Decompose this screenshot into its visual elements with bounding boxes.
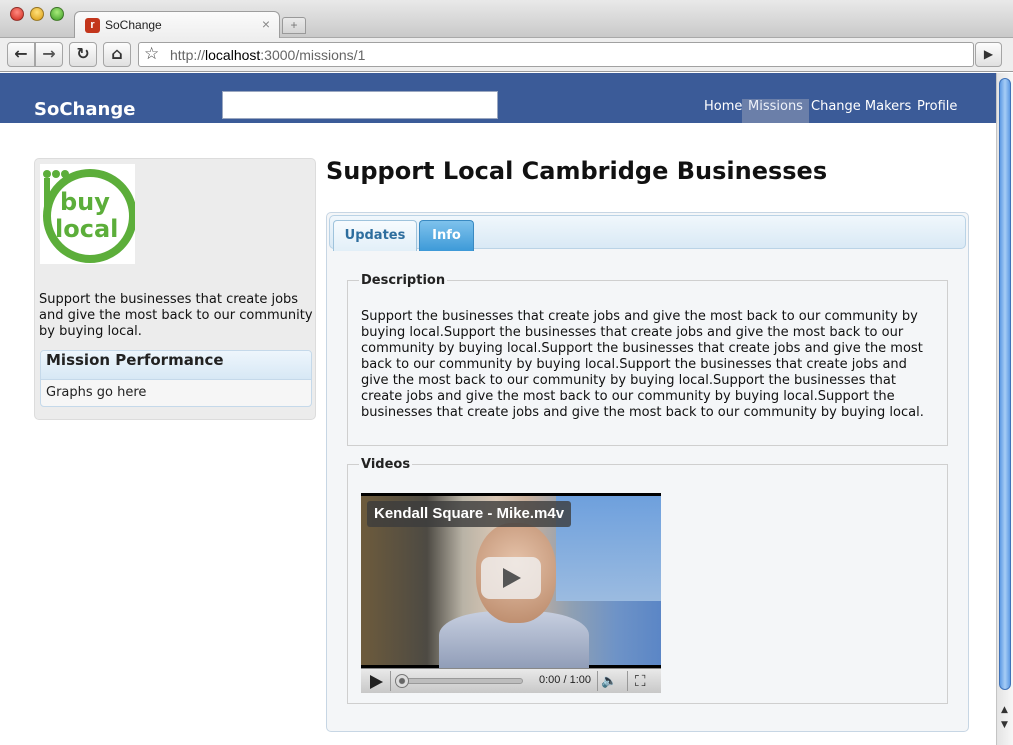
video-player[interactable]: Kendall Square - Mike.m4v 0:00 / 1:00 🔈 …: [361, 493, 661, 693]
mission-performance-box: Mission Performance Graphs go here: [40, 350, 312, 407]
seek-bar[interactable]: [397, 678, 523, 684]
favicon-icon: r: [85, 18, 100, 33]
volume-icon[interactable]: 🔈: [601, 674, 617, 689]
browser-toolbar: ← → ↻ ⌂ ☆ http://localhost:3000/missions…: [0, 38, 1013, 72]
site-header: SoChange Home Missions Change Makers Pro…: [0, 73, 996, 123]
buy-local-logo: buy local: [40, 164, 137, 264]
big-play-icon[interactable]: [481, 557, 541, 599]
site-search-input[interactable]: [222, 91, 498, 119]
play-icon[interactable]: [370, 675, 383, 689]
video-time: 0:00 / 1:00: [539, 674, 591, 686]
page-menu-button[interactable]: ▶: [975, 42, 1002, 67]
nav-missions[interactable]: Missions: [742, 99, 809, 123]
browser-titlebar: r SoChange × +: [0, 0, 1013, 39]
site-brand[interactable]: SoChange: [34, 99, 135, 120]
control-divider: [597, 671, 598, 691]
zoom-window-button[interactable]: [50, 7, 64, 21]
scrollbar-thumb[interactable]: [999, 78, 1011, 690]
mission-sidebar: buy local Support the businesses that cr…: [34, 158, 316, 420]
nav-home[interactable]: Home: [698, 99, 748, 123]
mission-tabs-panel: Updates Info Description Support the bus…: [326, 212, 969, 732]
tab-close-icon[interactable]: ×: [262, 16, 270, 32]
video-sky: [556, 496, 661, 601]
video-title[interactable]: Kendall Square - Mike.m4v: [367, 501, 572, 527]
control-divider: [627, 671, 628, 691]
tab-info[interactable]: Info: [419, 220, 474, 251]
videos-section: Videos Kendall Square - Mike.m4v 0:00 / …: [347, 457, 948, 704]
svg-text:buy: buy: [60, 188, 110, 216]
page-viewport: SoChange Home Missions Change Makers Pro…: [0, 73, 996, 745]
seek-handle[interactable]: [395, 674, 409, 688]
videos-legend: Videos: [361, 457, 411, 472]
url-host: localhost: [205, 47, 261, 63]
close-window-button[interactable]: [10, 7, 24, 21]
description-legend: Description: [361, 273, 446, 288]
description-section: Description Support the businesses that …: [347, 273, 948, 446]
forward-button[interactable]: →: [35, 42, 63, 67]
url-path: :3000/missions/1: [260, 47, 366, 63]
svg-text:local: local: [55, 215, 118, 243]
bookmark-star-icon[interactable]: ☆: [144, 44, 159, 64]
reload-button[interactable]: ↻: [69, 42, 97, 67]
tab-updates[interactable]: Updates: [333, 220, 417, 251]
page-title: Support Local Cambridge Businesses: [326, 157, 828, 185]
url-prefix: http://: [170, 47, 206, 63]
description-text: Support the businesses that create jobs …: [361, 309, 924, 420]
minimize-window-button[interactable]: [30, 7, 44, 21]
video-controls: 0:00 / 1:00 🔈 ⛶: [361, 668, 661, 693]
control-divider: [390, 671, 391, 691]
new-tab-button[interactable]: +: [282, 17, 306, 34]
nav-change-makers[interactable]: Change Makers: [805, 99, 917, 123]
nav-profile[interactable]: Profile: [911, 99, 963, 123]
url-text[interactable]: http://localhost:3000/missions/1: [170, 47, 365, 63]
mission-blurb: Support the businesses that create jobs …: [39, 292, 313, 339]
scroll-down-icon[interactable]: ▼: [1001, 720, 1008, 730]
tab-title: SoChange: [105, 18, 162, 32]
back-button[interactable]: ←: [7, 42, 35, 67]
home-button[interactable]: ⌂: [103, 42, 131, 67]
scroll-up-icon[interactable]: ▲: [1001, 705, 1008, 715]
fullscreen-icon[interactable]: ⛶: [635, 672, 646, 690]
vertical-scrollbar[interactable]: ▲ ▼: [996, 73, 1013, 745]
mission-performance-body: Graphs go here: [46, 385, 147, 400]
browser-tab[interactable]: r SoChange ×: [74, 11, 280, 39]
tab-strip: Updates Info: [329, 215, 966, 251]
mission-performance-title: Mission Performance: [41, 351, 311, 380]
address-bar[interactable]: ☆ http://localhost:3000/missions/1: [138, 42, 974, 67]
